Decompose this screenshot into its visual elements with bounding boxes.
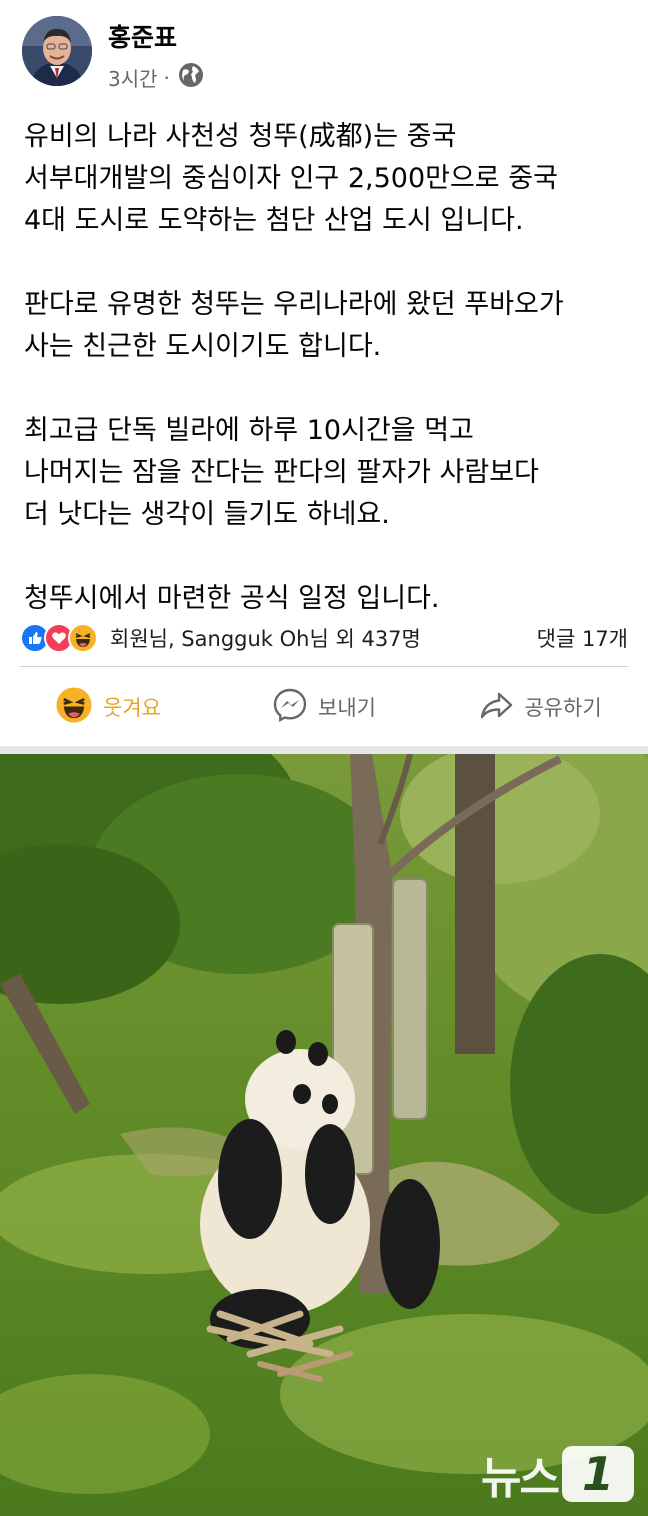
share-button[interactable]: 공유하기: [432, 687, 648, 728]
send-label: 보내기: [318, 696, 376, 720]
post-header: 홍준표 3시간 ·: [0, 0, 648, 104]
news-watermark: 뉴스 1: [481, 1442, 634, 1506]
share-icon: [478, 687, 514, 728]
post-line: 청뚜시에서 마련한 공식 일정 입니다.: [24, 583, 440, 614]
post-meta: 3시간 ·: [108, 62, 204, 93]
haha-reaction-icon: [68, 623, 98, 653]
post-body: 유비의 나라 사천성 청뚜(成都)는 중국 서부대개발의 중심이자 인구 2,5…: [24, 116, 634, 620]
post-line: 나머지는 잠을 잔다는 판다의 팔자가 사람보다: [24, 457, 539, 488]
action-bar: 웃겨요 보내기 공유하기: [0, 668, 648, 746]
react-label: 웃겨요: [103, 696, 161, 720]
watermark-badge: 1: [562, 1446, 634, 1502]
reaction-icons[interactable]: [20, 623, 98, 653]
haha-icon: [55, 686, 93, 729]
section-separator: [0, 746, 648, 754]
post-line: 4대 도시로 도약하는 첨단 산업 도시 입니다.: [24, 205, 524, 236]
send-button[interactable]: 보내기: [216, 687, 432, 728]
post-line: 유비의 나라 사천성 청뚜(成都)는 중국: [24, 121, 457, 152]
panda-photo: [0, 754, 648, 1516]
divider: [20, 666, 628, 667]
author-name[interactable]: 홍준표: [108, 18, 177, 54]
watermark-text: 뉴스: [481, 1453, 560, 1504]
avatar[interactable]: [22, 16, 92, 86]
post-time[interactable]: 3시간: [108, 63, 158, 92]
post-line: 서부대개발의 중심이자 인구 2,500만으로 중국: [24, 163, 558, 194]
post-line: 사는 친근한 도시이기도 합니다.: [24, 331, 382, 362]
post-line: 더 낫다는 생각이 들기도 하네요.: [24, 499, 390, 530]
meta-separator: ·: [163, 65, 170, 90]
post-line: 판다로 유명한 청뚜는 우리나라에 왔던 푸바오가: [24, 289, 564, 320]
messenger-icon: [272, 687, 308, 728]
reactions-bar: 회원님, Sangguk Oh님 외 437명 댓글 17개: [20, 618, 628, 658]
post-line: 최고급 단독 빌라에 하루 10시간을 먹고: [24, 415, 474, 446]
react-button[interactable]: 웃겨요: [0, 686, 216, 729]
share-label: 공유하기: [524, 696, 602, 720]
comment-count[interactable]: 댓글 17개: [537, 623, 628, 653]
reaction-summary[interactable]: 회원님, Sangguk Oh님 외 437명: [110, 623, 421, 653]
post-photo[interactable]: 뉴스 1: [0, 754, 648, 1516]
globe-icon: [178, 62, 204, 93]
